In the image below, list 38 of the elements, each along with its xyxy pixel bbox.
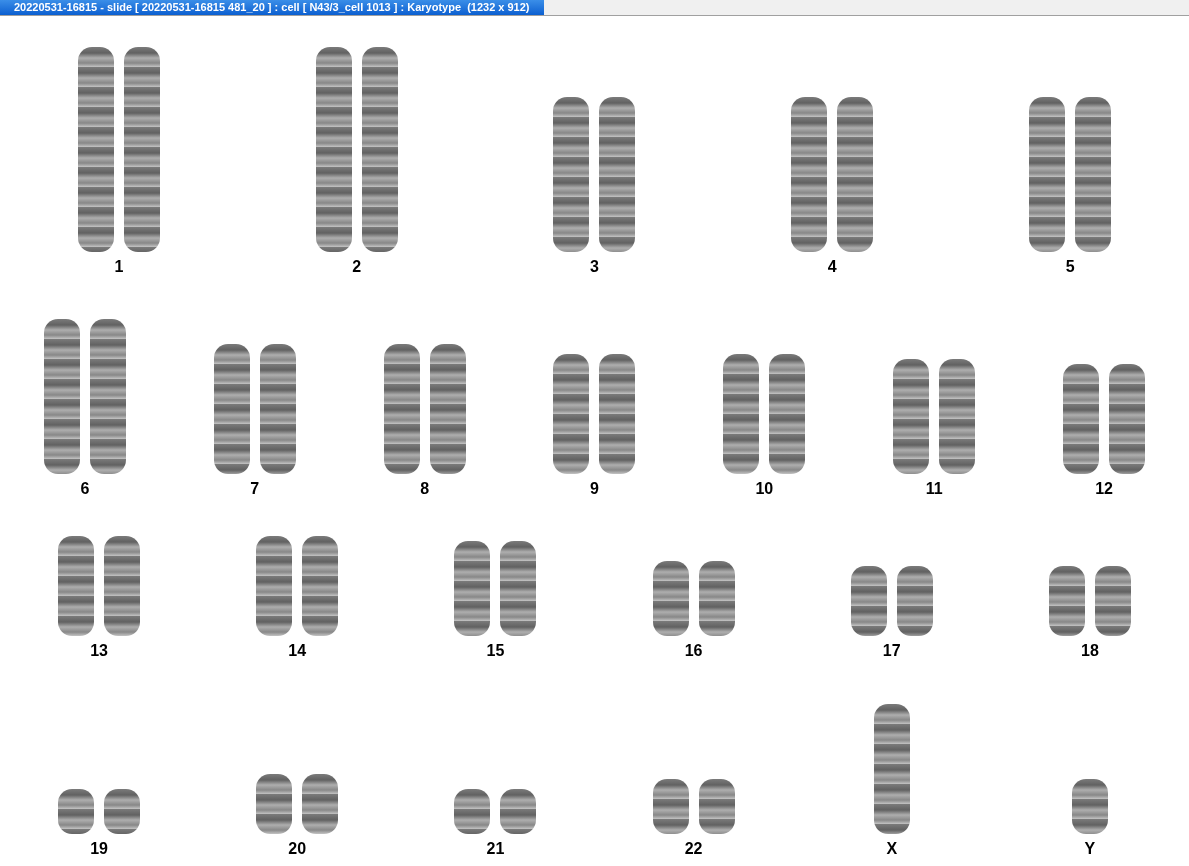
chromosome-drawing: [104, 789, 141, 834]
chromosome-drawing: [1048, 566, 1085, 636]
chromosome-label: 21: [486, 840, 505, 858]
chromosome-drawing: [1071, 779, 1108, 834]
chromosome-drawing: [256, 774, 293, 834]
chromosome-drawing: [302, 774, 339, 834]
chromosome-label: 4: [827, 258, 837, 276]
window-title: 20220531-16815 - slide [ 20220531-16815 481_20 ] : cell [ N43/3_cell 1013 ] : Karyotype (1232 x 912): [0, 0, 544, 15]
chromosome-label: 1: [114, 258, 124, 276]
chromosome-drawing: [698, 779, 735, 834]
chromosome-label: 15: [486, 642, 505, 660]
chromosome-label: 3: [590, 258, 599, 276]
chromosome-label: 13: [90, 642, 108, 660]
chromosome-label: 20: [288, 840, 307, 858]
chromosome-drawing: [500, 789, 537, 834]
chromosome-label: 6: [80, 480, 90, 498]
chromosome-label: 10: [755, 480, 774, 498]
chromosome-label: 17: [882, 642, 901, 660]
chromosome-drawing: [652, 779, 689, 834]
chromosome-label: 19: [90, 840, 108, 858]
chromosome-label: 22: [684, 840, 703, 858]
chromosome-label: X: [886, 840, 898, 858]
chromosome-label: 12: [1095, 480, 1113, 498]
chromosome-drawing: [1094, 566, 1131, 636]
chromosome-drawing: [850, 566, 887, 636]
chromosome-drawing: [58, 789, 95, 834]
chromosome-label: 5: [1065, 258, 1075, 276]
chromosome-drawing: [896, 566, 933, 636]
chromosome-label: 11: [925, 480, 943, 498]
chromosome-label: 2: [352, 258, 362, 276]
chromosome-label: Y: [1084, 840, 1096, 858]
chromosome-label: 18: [1081, 642, 1099, 660]
chromosome-label: 9: [590, 480, 599, 498]
chromosome-label: 8: [420, 480, 430, 498]
chromosome-label: 14: [288, 642, 307, 660]
chromosome-label: 16: [684, 642, 703, 660]
chromosome-drawing: [454, 789, 491, 834]
chromosome-label: 7: [250, 480, 260, 498]
